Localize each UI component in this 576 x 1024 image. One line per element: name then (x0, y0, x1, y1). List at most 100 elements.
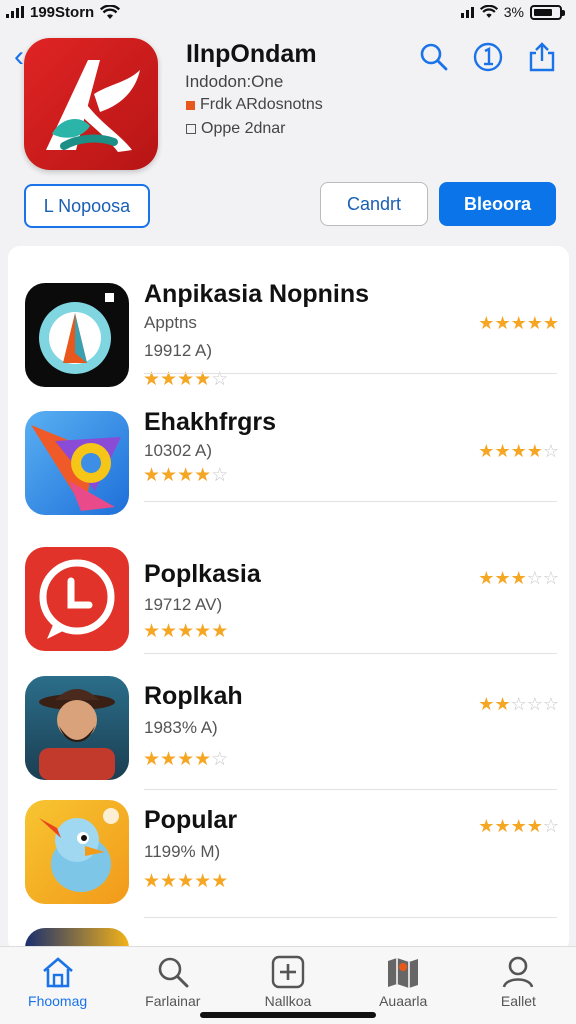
share-icon[interactable] (524, 40, 560, 74)
star-filled-icon: ★ (542, 313, 559, 333)
item-star-rating: ★★★★★ (143, 620, 228, 643)
star-filled-icon: ★ (160, 465, 178, 486)
home-indicator (200, 1012, 376, 1018)
tab-label: Eallet (500, 993, 536, 1009)
item-right-rating: ★★★★☆ (478, 441, 559, 462)
person-icon (503, 956, 534, 988)
meta-row-1: Frdk ARdosnotns (186, 96, 323, 114)
divider (144, 789, 557, 790)
list-item[interactable]: Anpikasia Nopnins Apptns 19912 A) ★★★★☆ … (8, 246, 569, 390)
tab-label: Farlainar (145, 993, 201, 1009)
star-empty-icon: ☆ (542, 816, 559, 836)
star-filled-icon: ★ (494, 694, 511, 714)
star-empty-icon: ☆ (211, 465, 229, 486)
item-star-rating: ★★★★☆ (143, 464, 228, 487)
tab-label: Nallkoa (264, 993, 312, 1009)
item-size: 10302 A) (144, 441, 213, 460)
star-filled-icon: ★ (194, 621, 212, 642)
star-empty-icon: ☆ (526, 694, 543, 714)
item-name: Anpikasia Nopnins (144, 280, 370, 308)
star-filled-icon: ★ (160, 749, 178, 770)
list-item[interactable]: Poplkasia 19712 AV) ★★★★★ ★★★☆☆ (8, 502, 569, 654)
item-star-rating: ★★★★★ (143, 870, 228, 893)
app-list: Anpikasia Nopnins Apptns 19912 A) ★★★★☆ … (8, 246, 569, 952)
battery-percent: 3% (503, 4, 524, 20)
item-name: Ehakhfrgrs (144, 408, 276, 436)
star-filled-icon: ★ (510, 441, 527, 461)
app-header: ‹ IlnpOndam Indodon:One Frdk ARdosnotns … (0, 24, 576, 246)
list-item[interactable]: Popular 1199% M) ★★★★★ ★★★★☆ (8, 798, 569, 926)
list-item[interactable]: Roplkah 1983% A) ★★★★☆ ★★☆☆☆ (8, 654, 569, 790)
status-right: 3% (460, 4, 565, 20)
nopoosa-button[interactable]: L Nopoosa (24, 184, 150, 228)
back-chevron-icon[interactable]: ‹ (14, 42, 24, 72)
home-icon (42, 957, 73, 988)
star-empty-icon: ☆ (526, 568, 543, 588)
item-size: 19712 AV) (144, 595, 223, 614)
search-icon (158, 957, 189, 988)
add-square-icon (271, 955, 305, 989)
star-filled-icon: ★ (478, 568, 495, 588)
star-filled-icon: ★ (478, 694, 495, 714)
star-filled-icon: ★ (526, 441, 543, 461)
app-title: IlnpOndam (186, 40, 317, 68)
tab-label: Auaarla (379, 993, 428, 1009)
item-size: 19912 A) (144, 341, 213, 360)
star-filled-icon: ★ (526, 816, 543, 836)
carrier-label: 199Storn (30, 3, 95, 21)
status-bar: 199Storn 3% (0, 0, 576, 24)
star-filled-icon: ★ (510, 313, 527, 333)
star-filled-icon: ★ (510, 816, 527, 836)
wifi-icon (100, 4, 121, 19)
origami-app-icon (25, 411, 129, 515)
meta-1-text: Frdk ARdosnotns (200, 96, 323, 113)
item-right-rating: ★★☆☆☆ (478, 694, 559, 715)
star-filled-icon: ★ (494, 568, 511, 588)
star-filled-icon: ★ (177, 871, 195, 892)
header-actions (416, 40, 560, 74)
bird-app-icon (25, 800, 129, 904)
star-filled-icon: ★ (194, 871, 212, 892)
primary-action-button[interactable]: Bleoora (439, 182, 556, 226)
star-empty-icon: ☆ (542, 441, 559, 461)
tab-profile[interactable]: Eallet (461, 947, 576, 1024)
item-size: 1983% A) (144, 718, 218, 737)
tab-label: Fhoomag (28, 993, 88, 1009)
star-empty-icon: ☆ (510, 694, 527, 714)
battery-icon (530, 4, 565, 20)
star-empty-icon: ☆ (211, 749, 229, 770)
clock-app-icon (25, 547, 129, 651)
cancel-button[interactable]: Candrt (320, 182, 428, 226)
meta-2-text: Oppe 2dnar (201, 120, 286, 137)
info-circle-icon[interactable] (470, 40, 506, 74)
star-filled-icon: ★ (526, 313, 543, 333)
item-right-rating: ★★★★★ (478, 313, 559, 334)
tab-home[interactable]: Fhoomag (0, 947, 115, 1024)
orange-square-icon (186, 100, 195, 110)
star-filled-icon: ★ (478, 816, 495, 836)
star-filled-icon: ★ (494, 441, 511, 461)
item-name: Popular (144, 806, 238, 834)
app-subtitle: Indodon:One (185, 72, 284, 91)
star-filled-icon: ★ (160, 621, 178, 642)
star-filled-icon: ★ (211, 871, 229, 892)
map-icon (388, 958, 419, 988)
character-app-icon (25, 676, 129, 780)
star-empty-icon: ☆ (542, 694, 559, 714)
search-icon[interactable] (416, 40, 452, 74)
star-filled-icon: ★ (194, 749, 212, 770)
item-right-rating: ★★★☆☆ (478, 568, 559, 589)
star-empty-icon: ☆ (542, 568, 559, 588)
list-item[interactable]: Ehakhfrgrs 10302 A) ★★★★☆ ★★★★☆ (8, 374, 569, 515)
compass-app-icon (25, 283, 129, 387)
square-outline-icon (186, 124, 196, 134)
star-filled-icon: ★ (160, 871, 178, 892)
star-filled-icon: ★ (494, 816, 511, 836)
meta-row-2: Oppe 2dnar (186, 120, 286, 138)
item-category: Apptns (144, 313, 197, 332)
item-name: Roplkah (144, 682, 243, 710)
signal-icon (6, 6, 24, 18)
star-filled-icon: ★ (143, 749, 161, 770)
star-filled-icon: ★ (478, 313, 495, 333)
star-filled-icon: ★ (478, 441, 495, 461)
